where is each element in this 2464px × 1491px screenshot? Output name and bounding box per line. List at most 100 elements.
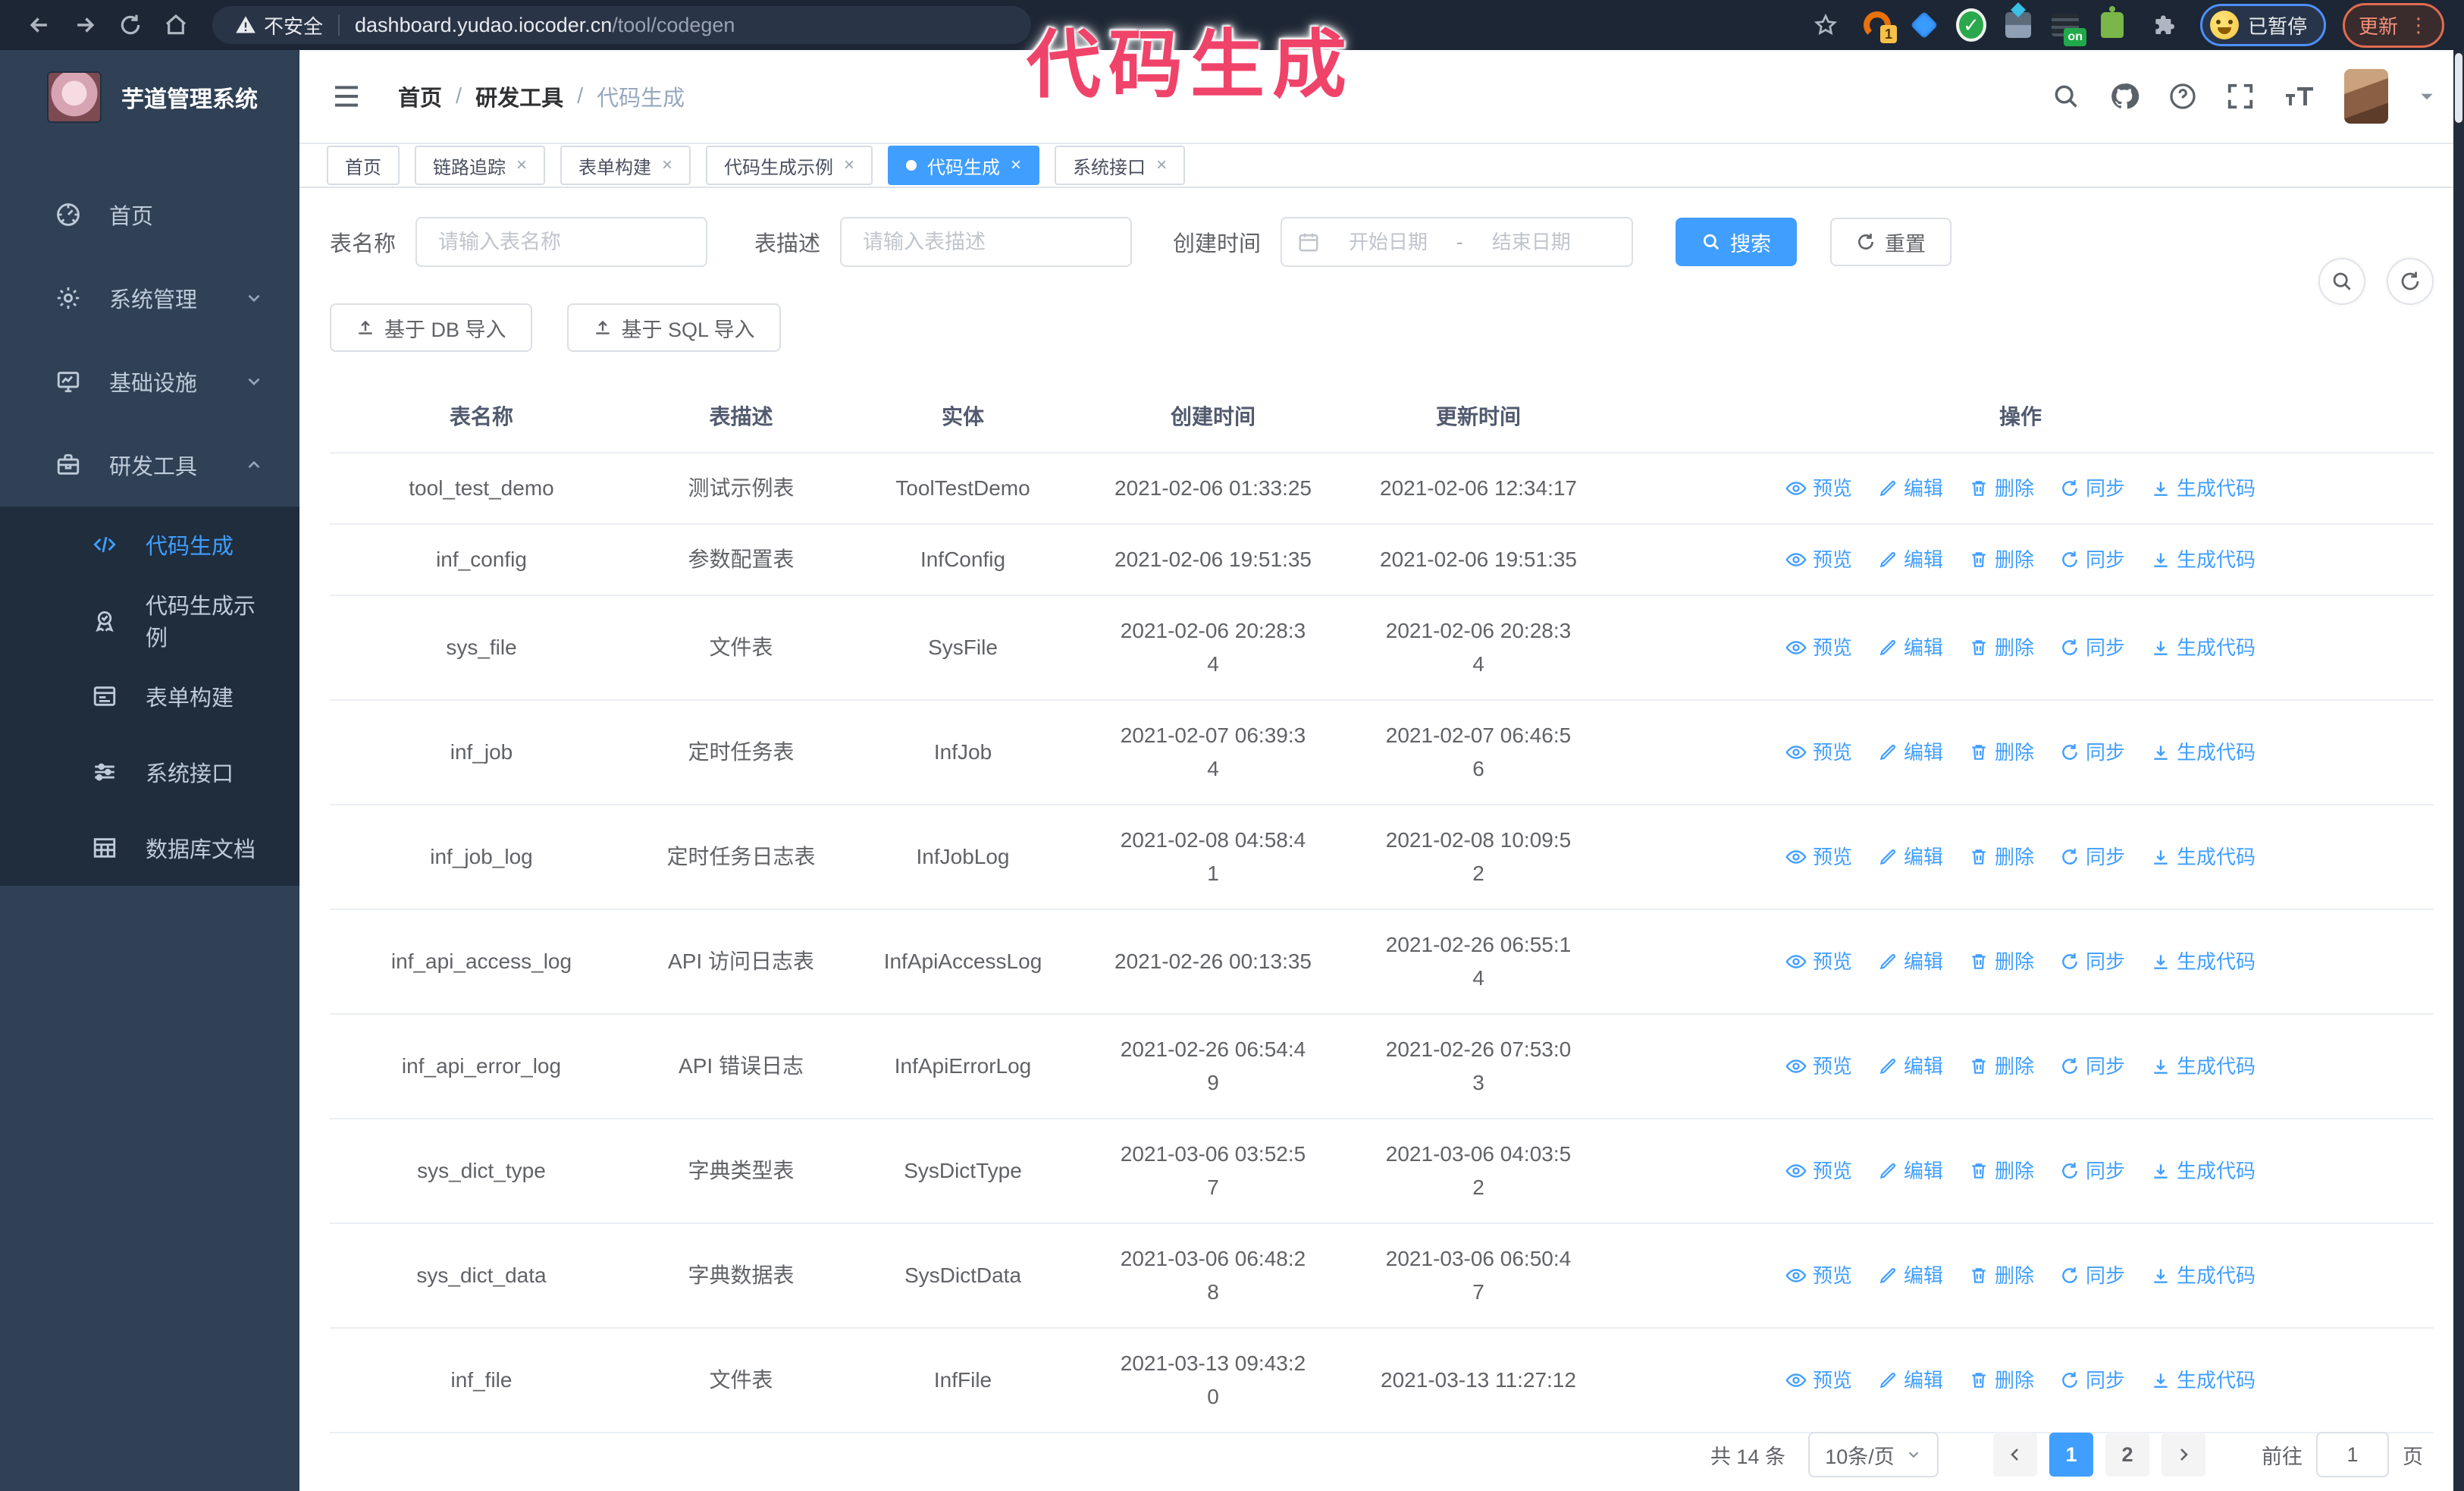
search-icon[interactable] — [2052, 82, 2080, 111]
update-button[interactable]: 更新 ⋮ — [2342, 2, 2444, 48]
action-download[interactable]: 生成代码 — [2151, 1364, 2256, 1397]
tab-5[interactable]: 系统接口 × — [1055, 146, 1186, 185]
font-size-icon[interactable] — [2284, 82, 2315, 111]
tab-4[interactable]: 代码生成 × — [888, 146, 1040, 185]
action-delete[interactable]: 删除 — [1969, 736, 2034, 769]
action-download[interactable]: 生成代码 — [2151, 631, 2256, 664]
submenu-item-0[interactable]: 代码生成 — [0, 507, 299, 582]
extensions-puzzle-icon[interactable] — [2144, 5, 2183, 45]
action-edit[interactable]: 编辑 — [1878, 631, 1943, 664]
close-tab-icon[interactable]: × — [1011, 155, 1021, 176]
action-download[interactable]: 生成代码 — [2151, 1259, 2256, 1292]
action-sync[interactable]: 同步 — [2060, 736, 2125, 769]
import-db-button[interactable]: 基于 DB 导入 — [330, 303, 532, 352]
extension-gem-icon[interactable] — [1909, 10, 1939, 40]
help-icon[interactable] — [2168, 82, 2197, 111]
action-edit[interactable]: 编辑 — [1878, 472, 1943, 505]
close-tab-icon[interactable]: × — [844, 155, 854, 176]
action-download[interactable]: 生成代码 — [2151, 1050, 2256, 1083]
action-sync[interactable]: 同步 — [2060, 1259, 2125, 1292]
github-icon[interactable] — [2109, 81, 2140, 111]
avatar-caret-icon[interactable] — [2417, 86, 2437, 106]
action-sync[interactable]: 同步 — [2060, 631, 2125, 664]
action-delete[interactable]: 删除 — [1969, 472, 2034, 505]
prev-page-button[interactable] — [1993, 1433, 2037, 1477]
extension-rows-icon[interactable]: on — [2050, 10, 2086, 46]
action-sync[interactable]: 同步 — [2060, 1364, 2125, 1397]
import-sql-button[interactable]: 基于 SQL 导入 — [566, 303, 781, 352]
action-download[interactable]: 生成代码 — [2151, 945, 2256, 978]
action-delete[interactable]: 删除 — [1969, 1050, 2034, 1083]
action-sync[interactable]: 同步 — [2060, 945, 2125, 978]
action-download[interactable]: 生成代码 — [2151, 472, 2256, 505]
reload-icon[interactable] — [111, 5, 150, 45]
action-eye[interactable]: 预览 — [1785, 1259, 1852, 1292]
close-tab-icon[interactable]: × — [1156, 155, 1167, 176]
submenu-item-1[interactable]: 代码生成示例 — [0, 582, 299, 658]
action-sync[interactable]: 同步 — [2060, 1050, 2125, 1083]
end-date-input[interactable] — [1470, 230, 1592, 254]
action-edit[interactable]: 编辑 — [1878, 1050, 1943, 1083]
action-edit[interactable]: 编辑 — [1878, 945, 1943, 978]
action-edit[interactable]: 编辑 — [1878, 1364, 1943, 1397]
paused-pill[interactable]: 已暂停 — [2199, 4, 2326, 46]
scrollbar-thumb[interactable] — [2455, 53, 2462, 123]
action-eye[interactable]: 预览 — [1785, 631, 1852, 664]
action-edit[interactable]: 编辑 — [1878, 1259, 1943, 1292]
tab-2[interactable]: 表单构建 × — [560, 146, 691, 185]
action-delete[interactable]: 删除 — [1969, 631, 2034, 664]
user-avatar[interactable] — [2344, 69, 2388, 124]
breadcrumb-item-0[interactable]: 首页 — [398, 80, 442, 112]
action-edit[interactable]: 编辑 — [1878, 840, 1943, 874]
sidebar-item-3[interactable]: 研发工具 — [0, 423, 299, 507]
extension-bot-icon[interactable] — [2097, 6, 2127, 40]
action-sync[interactable]: 同步 — [2060, 1154, 2125, 1188]
breadcrumb-item-1[interactable]: 研发工具 — [475, 80, 563, 112]
table-desc-input[interactable] — [840, 217, 1133, 267]
page-scrollbar[interactable] — [2453, 50, 2464, 1491]
submenu-item-2[interactable]: 表单构建 — [0, 658, 299, 734]
action-eye[interactable]: 预览 — [1785, 736, 1852, 769]
fullscreen-icon[interactable] — [2226, 82, 2255, 111]
action-delete[interactable]: 删除 — [1969, 1154, 2034, 1188]
sidebar-item-1[interactable]: 系统管理 — [0, 256, 299, 340]
action-edit[interactable]: 编辑 — [1878, 1154, 1943, 1188]
action-eye[interactable]: 预览 — [1785, 543, 1852, 576]
tab-0[interactable]: 首页 — [327, 146, 400, 185]
show-search-circle-button[interactable] — [2318, 258, 2365, 305]
forward-icon[interactable] — [65, 5, 105, 45]
action-eye[interactable]: 预览 — [1785, 1154, 1852, 1188]
action-edit[interactable]: 编辑 — [1878, 543, 1943, 576]
sidebar-item-2[interactable]: 基础设施 — [0, 340, 299, 423]
date-range-picker[interactable]: - — [1281, 217, 1634, 267]
action-eye[interactable]: 预览 — [1785, 840, 1852, 874]
action-eye[interactable]: 预览 — [1785, 472, 1852, 505]
page-button-2[interactable]: 2 — [2105, 1433, 2149, 1477]
page-button-1[interactable]: 1 — [2049, 1433, 2093, 1477]
submenu-item-4[interactable]: 数据库文档 — [0, 810, 299, 886]
action-delete[interactable]: 删除 — [1969, 543, 2034, 576]
table-name-input[interactable] — [415, 217, 708, 267]
extension-orange-icon[interactable]: 1 — [1862, 10, 1897, 43]
action-edit[interactable]: 编辑 — [1878, 736, 1943, 769]
address-bar[interactable]: 不安全 dashboard.yudao.iocoder.cn/tool/code… — [212, 6, 1031, 44]
action-delete[interactable]: 删除 — [1969, 840, 2034, 874]
security-warning[interactable]: 不安全 — [235, 11, 323, 39]
action-delete[interactable]: 删除 — [1969, 1259, 2034, 1292]
extension-check-icon[interactable]: ✓ — [1955, 8, 1986, 42]
action-delete[interactable]: 删除 — [1969, 945, 2034, 978]
search-button[interactable]: 搜索 — [1676, 218, 1798, 266]
refresh-circle-button[interactable] — [2387, 258, 2434, 305]
close-tab-icon[interactable]: × — [662, 155, 672, 176]
submenu-item-3[interactable]: 系统接口 — [0, 734, 299, 810]
action-delete[interactable]: 删除 — [1969, 1364, 2034, 1397]
goto-page-input[interactable] — [2316, 1432, 2389, 1477]
tab-1[interactable]: 链路追踪 × — [415, 146, 546, 185]
hamburger-icon[interactable] — [327, 77, 366, 116]
sidebar-item-0[interactable]: 首页 — [0, 173, 299, 256]
close-tab-icon[interactable]: × — [516, 155, 527, 176]
page-size-select[interactable]: 10条/页 — [1808, 1432, 1939, 1477]
extension-grid-icon[interactable] — [2003, 10, 2033, 40]
action-download[interactable]: 生成代码 — [2151, 736, 2256, 769]
action-eye[interactable]: 预览 — [1785, 1050, 1852, 1083]
